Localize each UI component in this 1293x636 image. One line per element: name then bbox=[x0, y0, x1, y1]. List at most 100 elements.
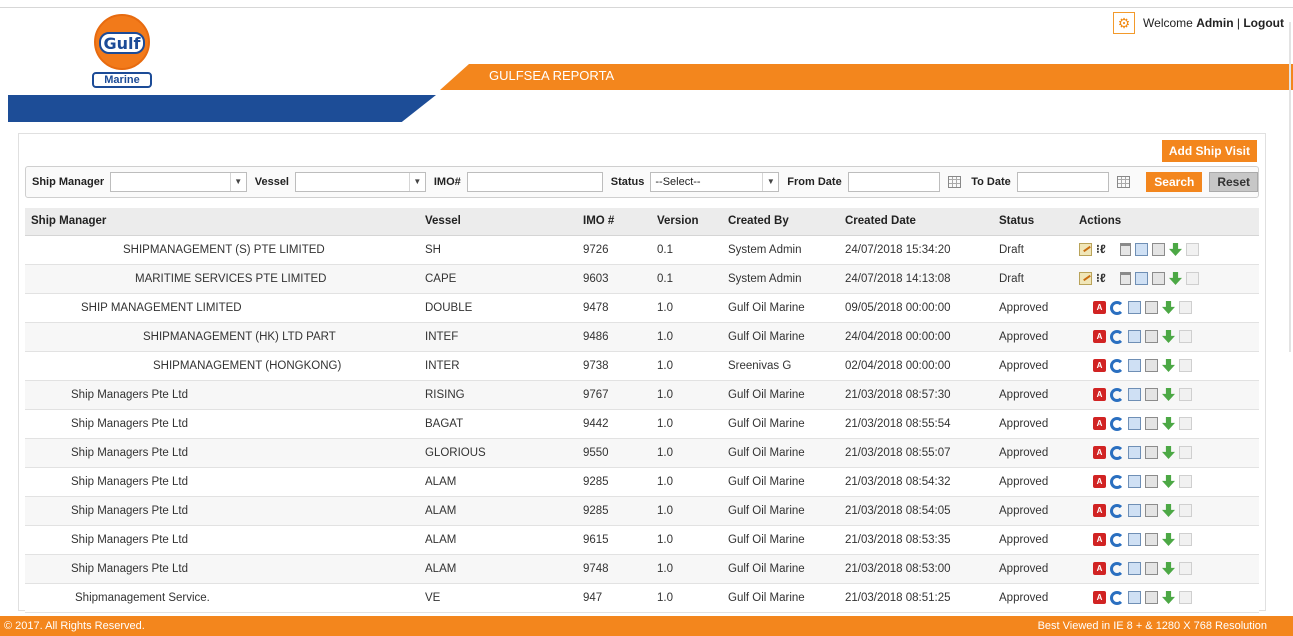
col-imo[interactable]: IMO # bbox=[577, 208, 651, 236]
route-icon[interactable]: ⁝ℓ bbox=[1096, 272, 1110, 285]
copy-icon[interactable] bbox=[1128, 562, 1141, 575]
refresh-icon[interactable] bbox=[1110, 590, 1124, 605]
download-icon[interactable] bbox=[1162, 417, 1175, 430]
table-row[interactable]: MARITIME SERVICES PTE LIMITED CAPE 9603 0.1… bbox=[25, 264, 1259, 294]
document-icon[interactable] bbox=[1145, 301, 1158, 314]
refresh-icon[interactable] bbox=[1110, 416, 1124, 431]
document-icon[interactable] bbox=[1145, 417, 1158, 430]
download-icon[interactable] bbox=[1162, 504, 1175, 517]
document-icon[interactable] bbox=[1152, 272, 1165, 285]
table-row[interactable]: SHIPMANAGEMENT (HONGKONG) INTER 9738 1.0 Sre… bbox=[25, 351, 1259, 381]
table-row[interactable]: SHIPMANAGEMENT (S) PTE LIMITED SH 9726 0.1 S… bbox=[25, 235, 1259, 265]
imo-input[interactable] bbox=[466, 172, 603, 192]
table-row[interactable]: Ship Managers Pte Ltd ALAM 9615 1.0 Gulf Oil… bbox=[25, 525, 1259, 555]
reset-button[interactable]: Reset bbox=[1209, 172, 1259, 192]
col-version[interactable]: Version bbox=[651, 208, 722, 236]
from-date-calendar-icon[interactable] bbox=[947, 176, 962, 188]
blank-doc-icon[interactable] bbox=[1179, 417, 1192, 430]
table-row[interactable]: Ship Managers Pte Ltd ALAM 9285 1.0 Gulf Oil… bbox=[25, 467, 1259, 497]
col-created-date[interactable]: Created Date bbox=[839, 208, 993, 236]
blank-doc-icon[interactable] bbox=[1179, 330, 1192, 343]
refresh-icon[interactable] bbox=[1110, 561, 1124, 576]
route-icon[interactable]: ⁝ℓ bbox=[1096, 243, 1110, 256]
download-icon[interactable] bbox=[1162, 301, 1175, 314]
copy-icon[interactable] bbox=[1128, 417, 1141, 430]
col-ship-manager[interactable]: Ship Manager bbox=[25, 208, 419, 236]
edit-icon[interactable] bbox=[1079, 243, 1092, 256]
document-icon[interactable] bbox=[1145, 533, 1158, 546]
refresh-icon[interactable] bbox=[1110, 300, 1124, 315]
col-created-by[interactable]: Created By bbox=[722, 208, 839, 236]
copy-icon[interactable] bbox=[1128, 475, 1141, 488]
copy-icon[interactable] bbox=[1135, 272, 1148, 285]
pdf-icon[interactable]: A bbox=[1093, 562, 1106, 575]
document-icon[interactable] bbox=[1145, 562, 1158, 575]
copy-icon[interactable] bbox=[1135, 243, 1148, 256]
document-icon[interactable] bbox=[1145, 475, 1158, 488]
blank-doc-icon[interactable] bbox=[1179, 533, 1192, 546]
copy-icon[interactable] bbox=[1128, 533, 1141, 546]
to-date-calendar-icon[interactable] bbox=[1116, 176, 1131, 188]
document-icon[interactable] bbox=[1145, 446, 1158, 459]
edit-icon[interactable] bbox=[1079, 272, 1092, 285]
table-row[interactable]: SHIP MANAGEMENT LIMITED DOUBLE 9478 1.0 Gulf… bbox=[25, 293, 1259, 323]
download-icon[interactable] bbox=[1162, 533, 1175, 546]
refresh-icon[interactable] bbox=[1110, 445, 1124, 460]
copy-icon[interactable] bbox=[1128, 359, 1141, 372]
document-icon[interactable] bbox=[1145, 388, 1158, 401]
pdf-icon[interactable]: A bbox=[1093, 330, 1106, 343]
blank-doc-icon[interactable] bbox=[1186, 272, 1199, 285]
refresh-icon[interactable] bbox=[1110, 387, 1124, 402]
blank-doc-icon[interactable] bbox=[1179, 591, 1192, 604]
blank-doc-icon[interactable] bbox=[1179, 475, 1192, 488]
table-row[interactable]: Ship Managers Pte Ltd RISING 9767 1.0 Gulf O… bbox=[25, 380, 1259, 410]
copy-icon[interactable] bbox=[1128, 301, 1141, 314]
trash-icon[interactable] bbox=[1120, 272, 1131, 285]
logout-link[interactable]: Logout bbox=[1243, 16, 1284, 30]
refresh-icon[interactable] bbox=[1110, 358, 1124, 373]
document-icon[interactable] bbox=[1145, 591, 1158, 604]
table-row[interactable]: Shipmanagement Service. VE 947 1.0 Gulf Oil … bbox=[25, 583, 1259, 613]
settings-gear-icon[interactable]: ⚙ bbox=[1113, 12, 1136, 34]
copy-icon[interactable] bbox=[1128, 446, 1141, 459]
download-icon[interactable] bbox=[1162, 475, 1175, 488]
ship-manager-select[interactable]: ▼ bbox=[110, 172, 247, 192]
blank-doc-icon[interactable] bbox=[1179, 301, 1192, 314]
copy-icon[interactable] bbox=[1128, 591, 1141, 604]
download-icon[interactable] bbox=[1162, 562, 1175, 575]
refresh-icon[interactable] bbox=[1110, 532, 1124, 547]
table-row[interactable]: Ship Managers Pte Ltd GLORIOUS 9550 1.0 Gulf… bbox=[25, 438, 1259, 468]
refresh-icon[interactable] bbox=[1110, 474, 1124, 489]
to-date-input[interactable] bbox=[1016, 172, 1109, 192]
pdf-icon[interactable]: A bbox=[1093, 446, 1106, 459]
download-icon[interactable] bbox=[1169, 272, 1182, 285]
table-row[interactable]: Ship Managers Pte Ltd ALAM 9285 1.0 Gulf Oil… bbox=[25, 496, 1259, 526]
pdf-icon[interactable]: A bbox=[1093, 533, 1106, 546]
blank-doc-icon[interactable] bbox=[1179, 359, 1192, 372]
from-date-input[interactable] bbox=[847, 172, 940, 192]
pdf-icon[interactable]: A bbox=[1093, 388, 1106, 401]
refresh-icon[interactable] bbox=[1110, 329, 1124, 344]
document-icon[interactable] bbox=[1145, 359, 1158, 372]
pdf-icon[interactable]: A bbox=[1093, 359, 1106, 372]
pdf-icon[interactable]: A bbox=[1093, 591, 1106, 604]
add-ship-visit-button[interactable]: Add Ship Visit bbox=[1161, 140, 1257, 162]
pdf-icon[interactable]: A bbox=[1093, 475, 1106, 488]
search-button[interactable]: Search bbox=[1146, 172, 1203, 192]
download-icon[interactable] bbox=[1162, 446, 1175, 459]
copy-icon[interactable] bbox=[1128, 330, 1141, 343]
download-icon[interactable] bbox=[1162, 330, 1175, 343]
document-icon[interactable] bbox=[1145, 330, 1158, 343]
download-icon[interactable] bbox=[1169, 243, 1182, 256]
download-icon[interactable] bbox=[1162, 359, 1175, 372]
table-row[interactable]: Ship Managers Pte Ltd ALAM 9748 1.0 Gulf Oil… bbox=[25, 554, 1259, 584]
blank-doc-icon[interactable] bbox=[1179, 446, 1192, 459]
download-icon[interactable] bbox=[1162, 591, 1175, 604]
pdf-icon[interactable]: A bbox=[1093, 301, 1106, 314]
blank-doc-icon[interactable] bbox=[1179, 562, 1192, 575]
copy-icon[interactable] bbox=[1128, 504, 1141, 517]
pdf-icon[interactable]: A bbox=[1093, 504, 1106, 517]
gulf-marine-logo[interactable]: Gulf Marine bbox=[90, 14, 154, 92]
status-select[interactable]: --Select-- ▼ bbox=[650, 172, 780, 192]
col-vessel[interactable]: Vessel bbox=[419, 208, 577, 236]
